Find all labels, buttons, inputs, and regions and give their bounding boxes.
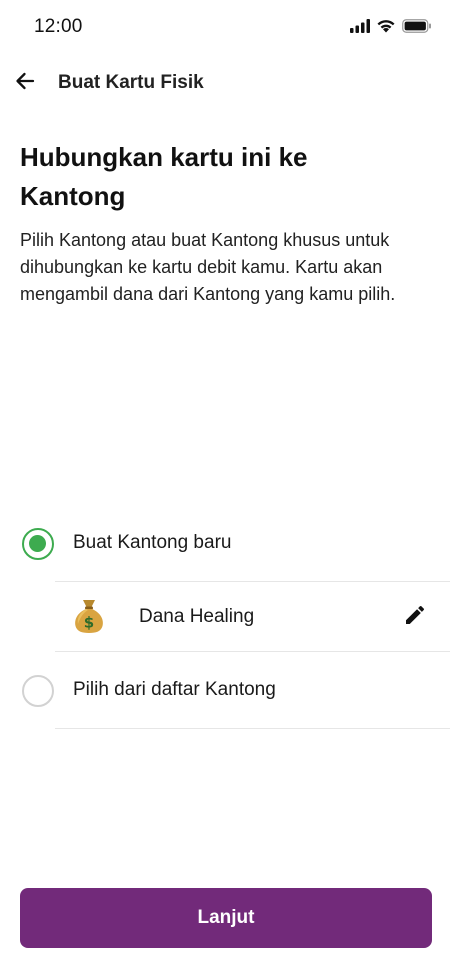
pocket-name: Dana Healing — [139, 606, 255, 627]
status-icons — [350, 18, 432, 38]
option-label: Buat Kantong baru — [73, 532, 232, 553]
money-bag-icon: $ — [73, 598, 105, 634]
divider — [55, 728, 450, 729]
section-heading: Hubungkan kartu ini ke Kantong — [20, 142, 308, 211]
signal-icon — [350, 18, 370, 38]
page-title: Buat Kartu Fisik — [58, 72, 204, 93]
new-pocket-row: $ Dana Healing — [55, 584, 450, 650]
edit-pocket-button[interactable] — [400, 602, 430, 632]
battery-icon — [402, 18, 432, 38]
status-bar: 12:00 — [0, 0, 450, 54]
option-choose-existing-pocket[interactable]: Pilih dari daftar Kantong — [0, 663, 450, 719]
pencil-icon — [403, 603, 427, 632]
continue-button[interactable]: Lanjut — [20, 888, 432, 948]
status-time: 12:00 — [34, 16, 83, 37]
section-description: Pilih Kantong atau buat Kantong khusus u… — [20, 230, 396, 304]
wifi-icon — [376, 18, 396, 38]
divider — [55, 581, 450, 582]
radio-create-new-pocket[interactable] — [22, 528, 54, 560]
arrow-left-icon — [13, 69, 37, 98]
back-button[interactable] — [8, 66, 42, 100]
svg-text:$: $ — [84, 614, 94, 632]
divider — [55, 651, 450, 652]
radio-choose-existing-pocket[interactable] — [22, 675, 54, 707]
option-create-new-pocket[interactable]: Buat Kantong baru — [0, 516, 450, 572]
nav-bar: Buat Kartu Fisik — [0, 60, 450, 106]
option-label: Pilih dari daftar Kantong — [73, 679, 276, 700]
